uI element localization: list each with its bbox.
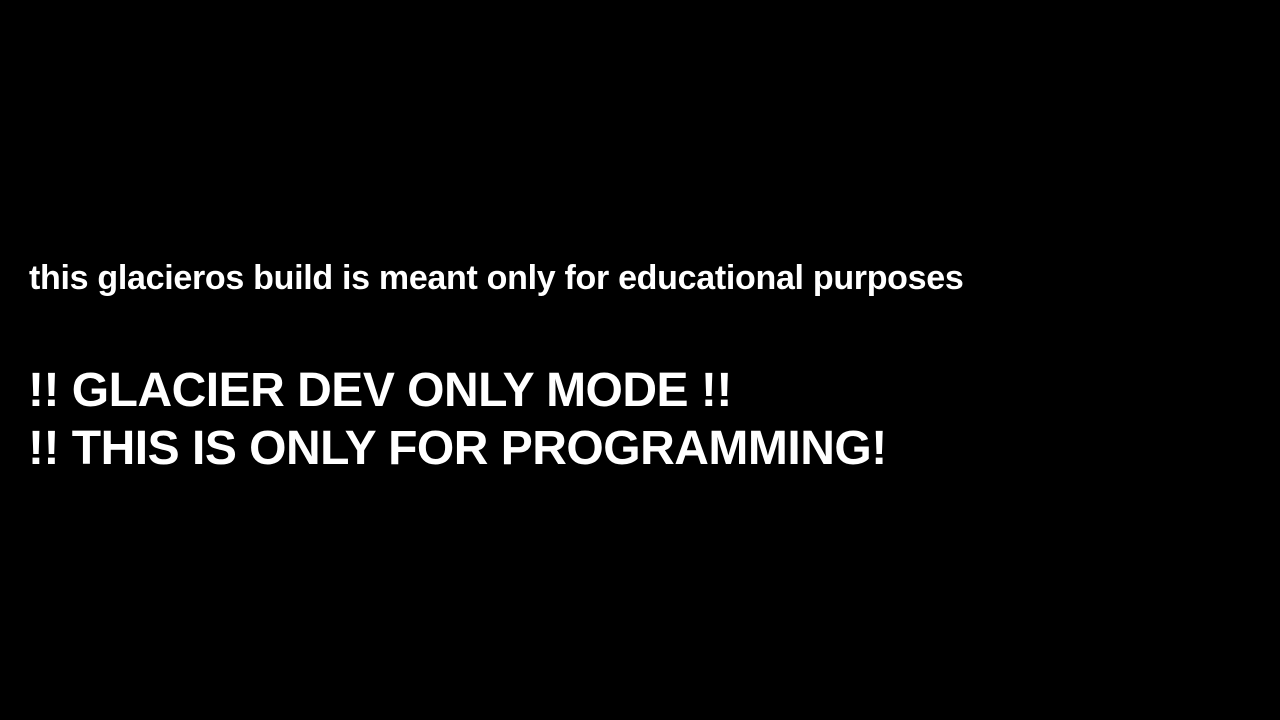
dev-mode-screen: this glacieros build is meant only for e…: [0, 0, 1280, 720]
dev-mode-warning-line-1: !! GLACIER DEV ONLY MODE !!: [28, 364, 732, 417]
educational-notice-text: this glacieros build is meant only for e…: [29, 259, 964, 297]
dev-mode-warning: !! GLACIER DEV ONLY MODE !! !! THIS IS O…: [28, 362, 887, 478]
dev-mode-warning-line-2: !! THIS IS ONLY FOR PROGRAMMING!: [28, 422, 887, 475]
